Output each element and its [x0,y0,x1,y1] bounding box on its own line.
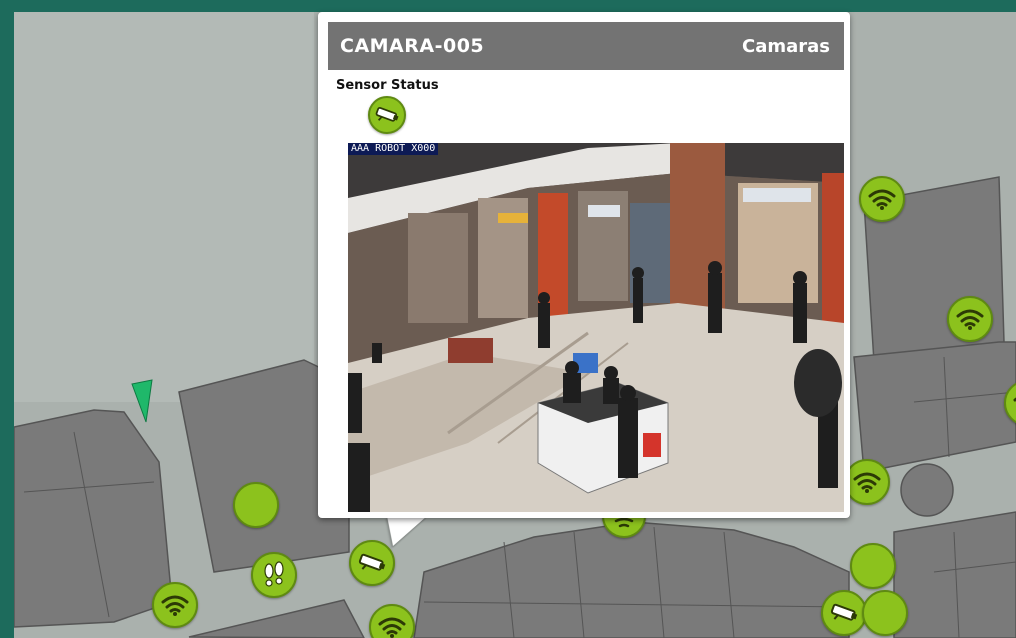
popup-title: CAMARA-005 [340,35,485,57]
building-a [14,409,173,628]
wifi-icon [614,518,634,528]
building-g [893,511,1016,638]
mall-interior-scene [348,143,844,512]
popup-header: CAMARA-005 Camaras [328,22,844,70]
plain-marker[interactable] [862,590,908,636]
cctv-camera-icon [375,106,399,122]
camera-feed-image[interactable]: AAA ROBOT X000 [348,143,844,512]
cctv-camera-icon [358,553,386,571]
wifi-marker[interactable] [152,582,198,628]
status-indicator [368,96,406,134]
sensor-popup: CAMARA-005 Camaras Sensor Status AAA ROB… [318,12,850,518]
camera-timestamp-overlay: AAA ROBOT X000 [348,143,439,155]
camera-marker[interactable] [821,590,867,636]
wifi-marker[interactable] [947,296,993,342]
wifi-marker[interactable] [844,459,890,505]
building-f [853,341,1016,473]
plain-marker[interactable] [850,543,896,589]
kiosk [900,463,954,517]
footsteps-marker[interactable] [251,552,297,598]
footsteps-icon [264,561,284,587]
wifi-icon [868,189,896,210]
wifi-icon [853,472,881,493]
wifi-marker[interactable] [859,176,905,222]
camera-marker[interactable] [349,540,395,586]
wifi-icon [378,617,406,638]
plain-marker[interactable] [233,482,279,528]
wifi-icon [161,595,189,616]
cctv-camera-icon [830,603,858,621]
building-c [188,599,365,638]
wifi-icon [956,309,984,330]
popup-category[interactable]: Camaras [742,36,830,57]
building-d [413,521,850,638]
status-label: Sensor Status [336,78,439,93]
